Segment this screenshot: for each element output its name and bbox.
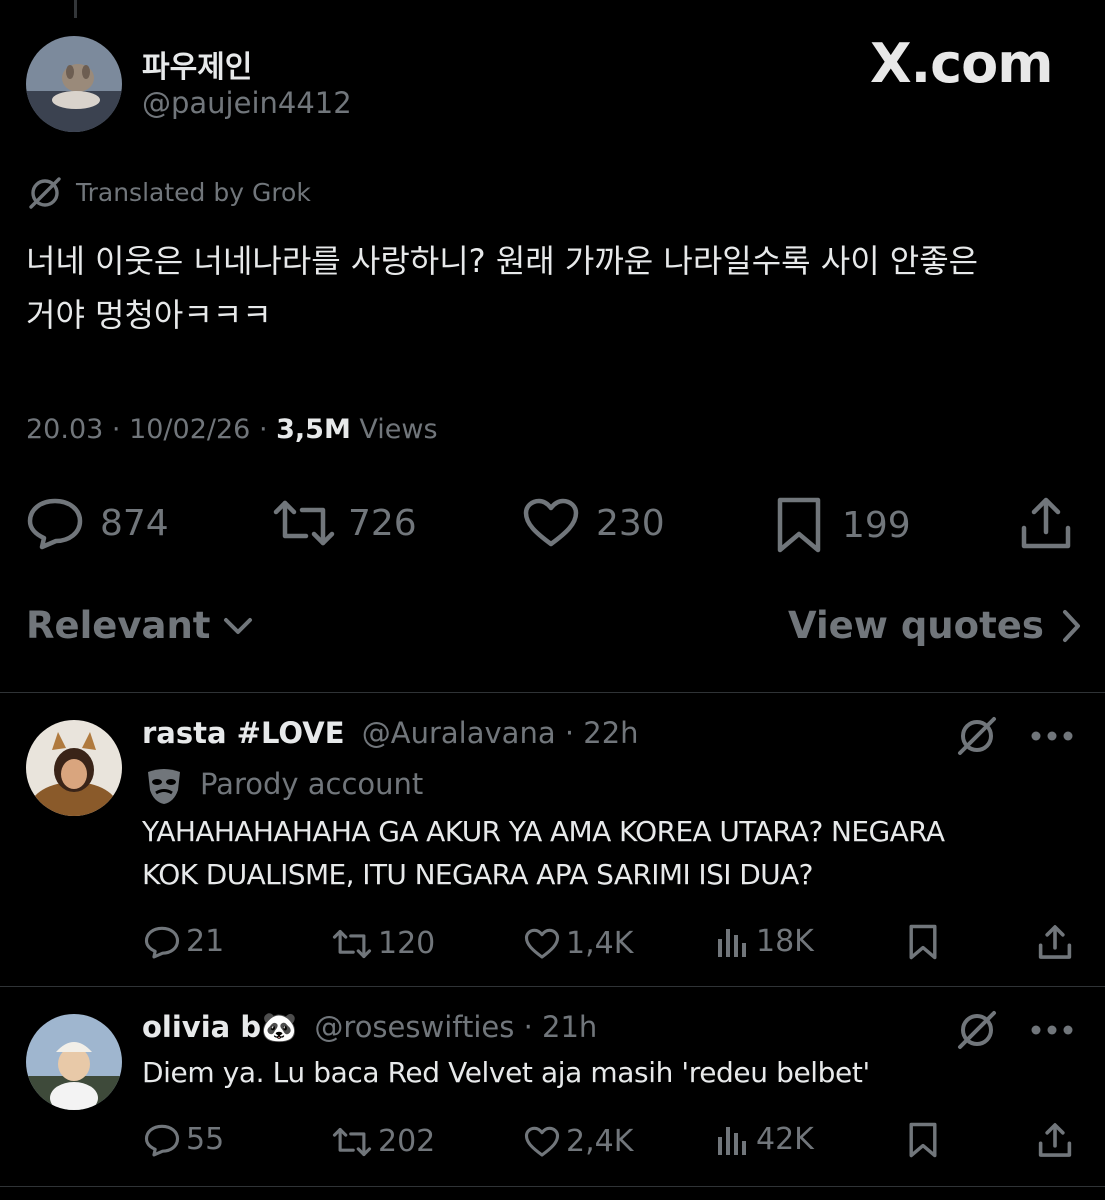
divider xyxy=(0,692,1105,693)
bookmark-icon xyxy=(908,924,938,960)
reply-header: olivia b🐼 @roseswifties · 21h xyxy=(142,1010,597,1045)
reply-text-line-1: Diem ya. Lu baca Red Velvet aja masih 'r… xyxy=(142,1056,870,1089)
post-date[interactable]: 10/02/26 xyxy=(129,414,250,445)
reply-button[interactable]: 55 xyxy=(144,1122,224,1157)
views-count: 18K xyxy=(756,924,814,959)
reply-button[interactable]: 874 xyxy=(26,496,169,550)
like-count: 230 xyxy=(596,502,665,544)
grok-icon xyxy=(26,174,64,212)
author-handle[interactable]: @paujein4412 xyxy=(142,86,352,120)
repost-count: 726 xyxy=(348,502,417,544)
reply-count: 874 xyxy=(100,502,169,544)
site-watermark: X.com xyxy=(870,32,1054,95)
reply-avatar[interactable] xyxy=(26,720,122,816)
post-time[interactable]: 20.03 xyxy=(26,414,103,445)
post-text-line-2: 거야 멍청아ㅋㅋㅋ xyxy=(26,296,272,334)
author-avatar[interactable] xyxy=(26,36,122,132)
bookmark-button[interactable] xyxy=(908,1122,938,1158)
meta-separator: · xyxy=(258,414,268,445)
share-icon xyxy=(1038,1122,1072,1158)
like-button[interactable]: 1,4K xyxy=(524,926,633,961)
view-quotes-label: View quotes xyxy=(788,604,1044,647)
divider xyxy=(0,986,1105,987)
post-text-line-1: 너네 이웃은 너네나라를 사랑하니? 원래 가까운 나라일수록 사이 안좋은 xyxy=(26,242,979,280)
repost-count: 120 xyxy=(378,926,436,961)
translated-label[interactable]: Translated by Grok xyxy=(76,178,311,207)
author-name[interactable]: 파우제인 xyxy=(142,42,252,86)
meta-separator: · xyxy=(564,716,575,750)
like-count: 1,4K xyxy=(566,926,634,961)
reply-age[interactable]: 22h xyxy=(583,716,638,750)
reply-avatar[interactable] xyxy=(26,1014,122,1110)
share-button[interactable] xyxy=(1038,1122,1072,1158)
views-count: 42K xyxy=(756,1122,814,1157)
repost-count: 202 xyxy=(378,1124,436,1159)
share-icon xyxy=(1038,924,1072,960)
views-button[interactable]: 18K xyxy=(716,924,814,959)
reply-author-name[interactable]: olivia b🐼 xyxy=(142,1010,297,1044)
repost-icon xyxy=(332,928,372,960)
chevron-right-icon xyxy=(1060,608,1082,644)
divider xyxy=(0,1186,1105,1187)
reply-icon xyxy=(144,925,180,959)
analytics-icon xyxy=(716,925,748,959)
repost-icon xyxy=(332,1126,372,1158)
parody-badge[interactable]: Parody account xyxy=(200,767,423,801)
repost-button[interactable]: 726 xyxy=(272,498,417,548)
thread-line xyxy=(74,0,77,18)
reply-icon xyxy=(144,1123,180,1157)
reply-author-handle[interactable]: @Auralavana xyxy=(362,716,556,750)
share-button[interactable] xyxy=(1020,496,1072,550)
reply-count: 21 xyxy=(186,924,225,959)
meta-separator: · xyxy=(523,1010,533,1044)
bookmark-icon xyxy=(908,1122,938,1158)
reply-age[interactable]: 21h xyxy=(542,1010,597,1044)
repost-button[interactable]: 120 xyxy=(332,926,435,961)
views-button[interactable]: 42K xyxy=(716,1122,814,1157)
reply-author-handle[interactable]: @roseswifties xyxy=(314,1010,514,1044)
bookmark-count: 199 xyxy=(842,504,911,546)
reply-text-line-1: YAHAHAHAHAHA GA AKUR YA AMA KOREA UTARA?… xyxy=(142,815,945,848)
like-button[interactable]: 2,4K xyxy=(524,1124,633,1159)
repost-button[interactable]: 202 xyxy=(332,1124,435,1159)
reply-text-line-2: KOK DUALISME, ITU NEGARA APA SARIMI ISI … xyxy=(142,858,813,891)
heart-icon xyxy=(524,1126,560,1158)
grok-icon[interactable] xyxy=(955,714,999,758)
like-button[interactable]: 230 xyxy=(522,498,665,548)
post-meta: 20.03 · 10/02/26 · 3,5M Views xyxy=(26,414,438,445)
heart-icon xyxy=(524,928,560,960)
heart-icon xyxy=(522,498,580,548)
views-count[interactable]: 3,5M xyxy=(276,414,351,445)
views-label[interactable]: Views xyxy=(359,414,437,445)
grok-icon[interactable] xyxy=(955,1008,999,1052)
share-button[interactable] xyxy=(1038,924,1072,960)
analytics-icon xyxy=(716,1123,748,1157)
more-icon[interactable] xyxy=(1030,730,1074,742)
share-icon xyxy=(1020,496,1072,550)
reply-count: 55 xyxy=(186,1122,225,1157)
reply-author-name[interactable]: rasta #LOVE xyxy=(142,716,345,750)
parody-mask-icon xyxy=(144,766,184,806)
sort-label: Relevant xyxy=(26,604,211,647)
more-icon[interactable] xyxy=(1030,1024,1074,1036)
bookmark-button[interactable]: 199 xyxy=(776,496,911,554)
view-quotes-link[interactable]: View quotes xyxy=(788,604,1082,647)
sort-relevant-button[interactable]: Relevant xyxy=(26,604,254,647)
chevron-down-icon xyxy=(222,615,254,637)
bookmark-icon xyxy=(776,496,822,554)
reply-icon xyxy=(26,496,84,550)
bookmark-button[interactable] xyxy=(908,924,938,960)
like-count: 2,4K xyxy=(566,1124,634,1159)
reply-button[interactable]: 21 xyxy=(144,924,224,959)
meta-separator: · xyxy=(111,414,121,445)
reply-header: rasta #LOVE @Auralavana · 22h xyxy=(142,716,639,750)
repost-icon xyxy=(272,498,336,548)
